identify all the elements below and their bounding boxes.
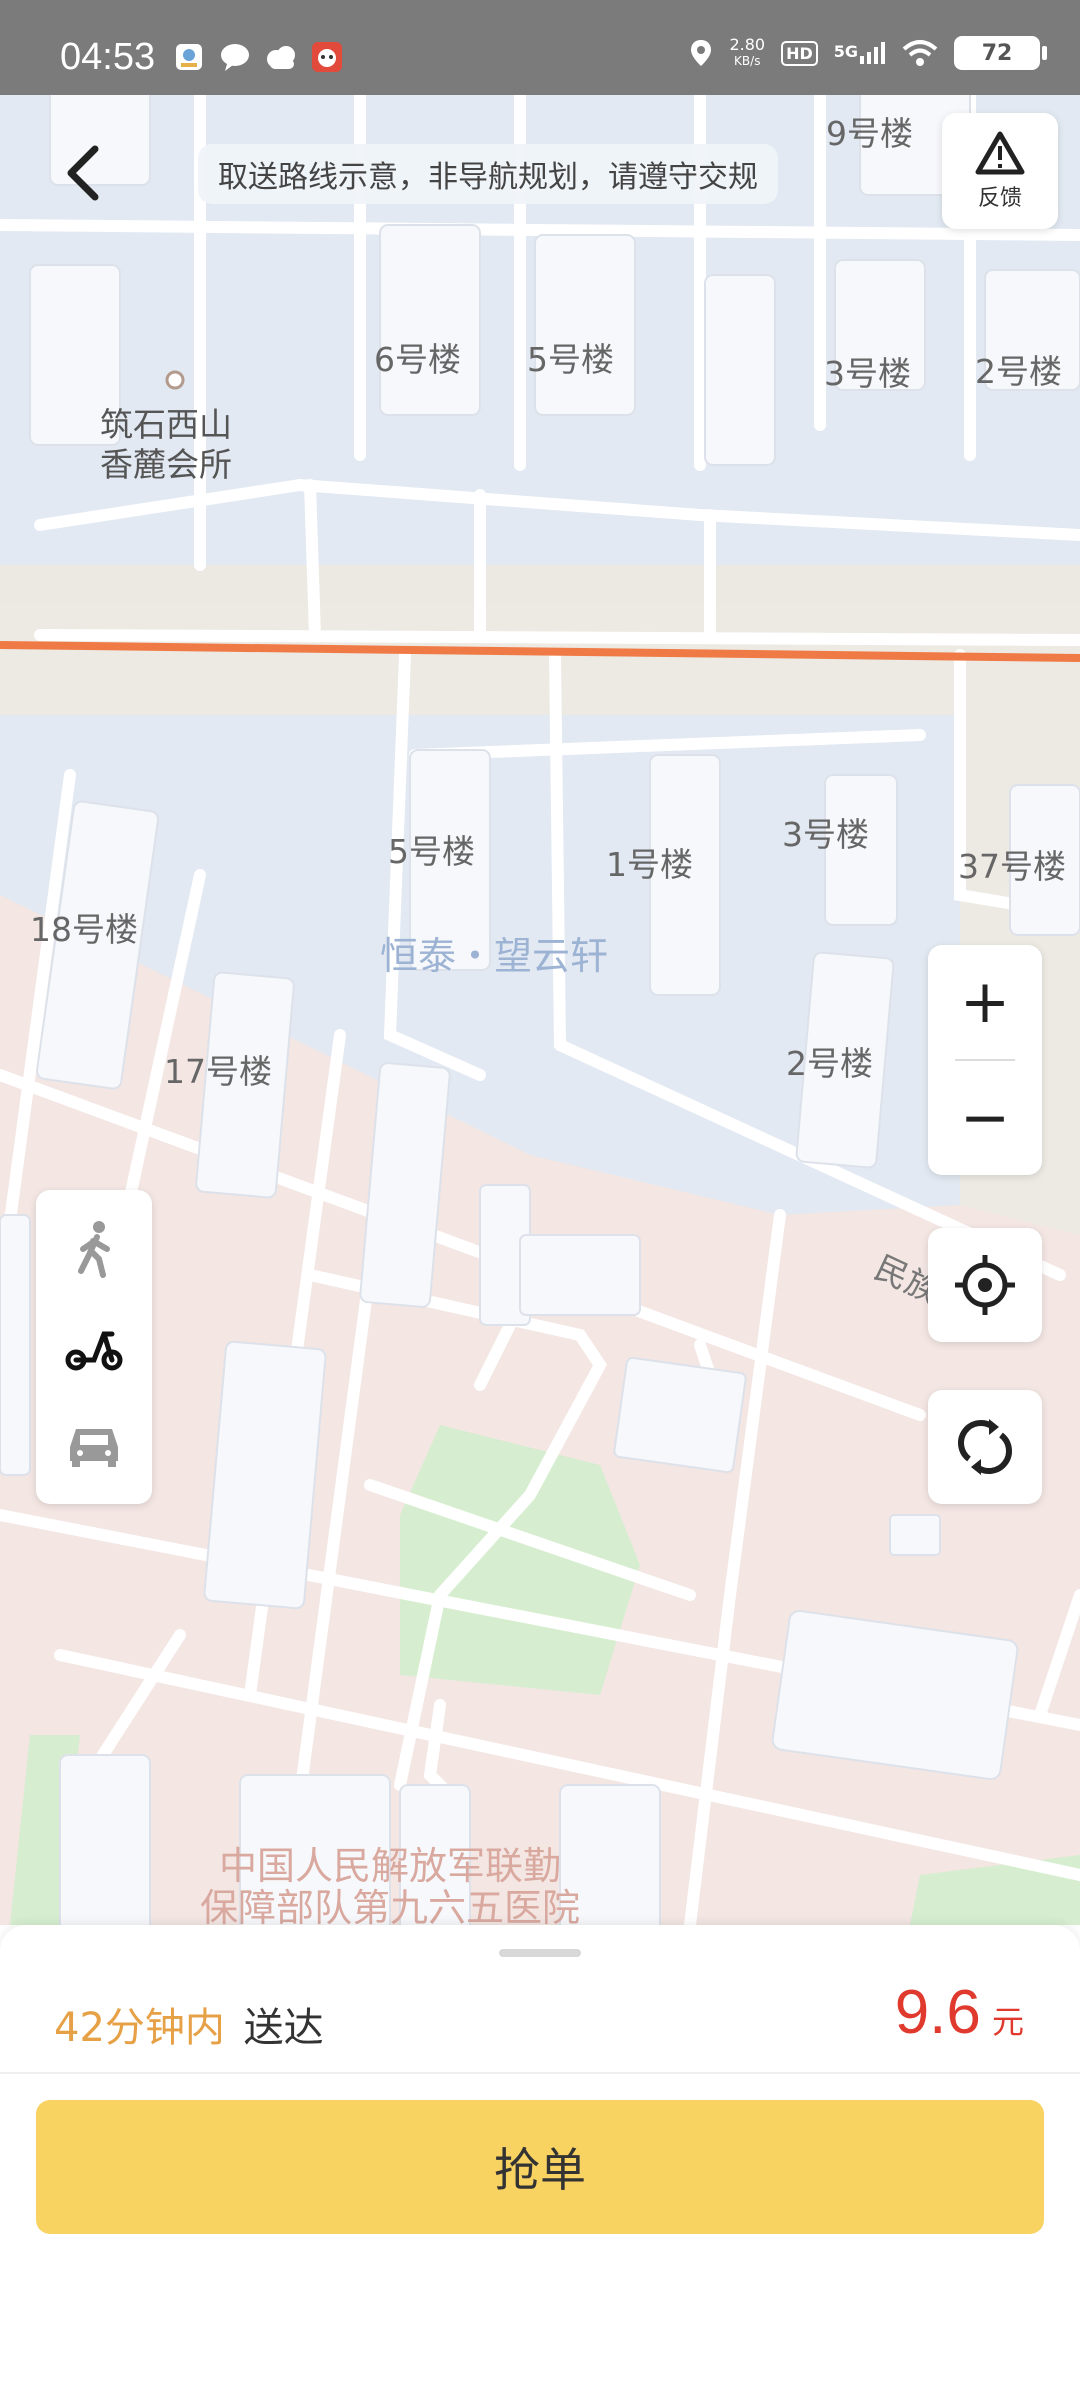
order-price: 9.6 元	[895, 1977, 1024, 2048]
message-icon	[218, 40, 252, 74]
car-icon	[70, 1429, 118, 1467]
cloud-icon	[264, 40, 298, 74]
delivery-eta: 42分钟内 送达	[54, 1995, 324, 2053]
building-label-17: 17号楼	[164, 1052, 272, 1091]
travel-mode-panel	[36, 1190, 152, 1504]
zoom-out-button[interactable]: −	[928, 1061, 1042, 1175]
crosshair-icon	[955, 1255, 1015, 1315]
route-notice-banner: 取送路线示意，非导航规划，请遵守交规	[198, 144, 778, 204]
battery-indicator: 72	[954, 36, 1047, 70]
status-bar: 04:53 2.80 KB/s HD 5G 72	[0, 0, 1080, 95]
back-button[interactable]	[50, 140, 116, 206]
refresh-icon	[958, 1419, 1012, 1475]
poi-label: 筑石西山 香麓会所	[100, 405, 232, 484]
walk-icon	[78, 1221, 110, 1278]
building-label-37: 37号楼	[958, 847, 1066, 886]
building-label-5a: 5号楼	[527, 340, 614, 379]
eta-label: 送达	[243, 2005, 324, 2051]
building-label-3b: 3号楼	[782, 815, 869, 854]
building-label-6: 6号楼	[374, 340, 461, 379]
building-label-1: 1号楼	[606, 845, 693, 884]
system-status-icons: 2.80 KB/s HD 5G 72	[689, 35, 1047, 70]
signal-indicator: 5G	[834, 42, 886, 64]
refresh-button[interactable]	[928, 1390, 1042, 1504]
order-bottom-sheet: 42分钟内 送达 9.6 元 抢单	[0, 1925, 1080, 2388]
scooter-mode-button[interactable]	[54, 1307, 134, 1387]
building-label-2a: 2号楼	[975, 352, 1062, 391]
price-unit: 元	[991, 2003, 1024, 2041]
map-view[interactable]: 9号楼 6号楼 5号楼 3号楼 2号楼 筑石西山 香麓会所 5号楼 1号楼 3号…	[0, 95, 1080, 1925]
zoom-control: + −	[928, 945, 1042, 1175]
location-icon	[691, 40, 712, 66]
compound-label: 恒泰・望云轩	[380, 934, 609, 978]
locate-button[interactable]	[928, 1228, 1042, 1342]
feedback-button[interactable]: 反馈	[942, 113, 1058, 229]
building-label-3a: 3号楼	[824, 354, 911, 393]
building-label-9: 9号楼	[826, 114, 913, 153]
wifi-icon	[902, 40, 938, 66]
walk-mode-button[interactable]	[54, 1209, 134, 1289]
car-mode-button[interactable]	[54, 1405, 134, 1485]
app-notification-icon	[172, 40, 206, 74]
scooter-icon	[65, 1331, 123, 1371]
zoom-in-button[interactable]: +	[928, 945, 1042, 1059]
feedback-label: 反馈	[977, 186, 1022, 211]
notification-icons	[172, 40, 344, 74]
building-label-5b: 5号楼	[388, 832, 475, 871]
sheet-divider	[0, 2072, 1080, 2074]
signal-bars-icon	[860, 42, 885, 64]
price-amount: 9.6	[894, 1978, 981, 2047]
app-mascot-icon	[310, 40, 344, 74]
warning-icon	[975, 131, 1025, 175]
grab-order-button[interactable]: 抢单	[36, 2100, 1044, 2234]
hospital-label: 中国人民解放军联勤 保障部队第九六五医院	[200, 1844, 581, 1925]
eta-time: 42分钟内	[54, 2005, 225, 2051]
building-label-18: 18号楼	[30, 910, 138, 949]
building-label-2b: 2号楼	[786, 1044, 873, 1083]
hd-badge: HD	[781, 40, 818, 66]
chevron-left-icon	[67, 145, 99, 201]
net-speed: 2.80 KB/s	[729, 35, 766, 69]
sheet-drag-handle[interactable]	[499, 1949, 581, 1957]
status-time: 04:53	[60, 36, 156, 78]
